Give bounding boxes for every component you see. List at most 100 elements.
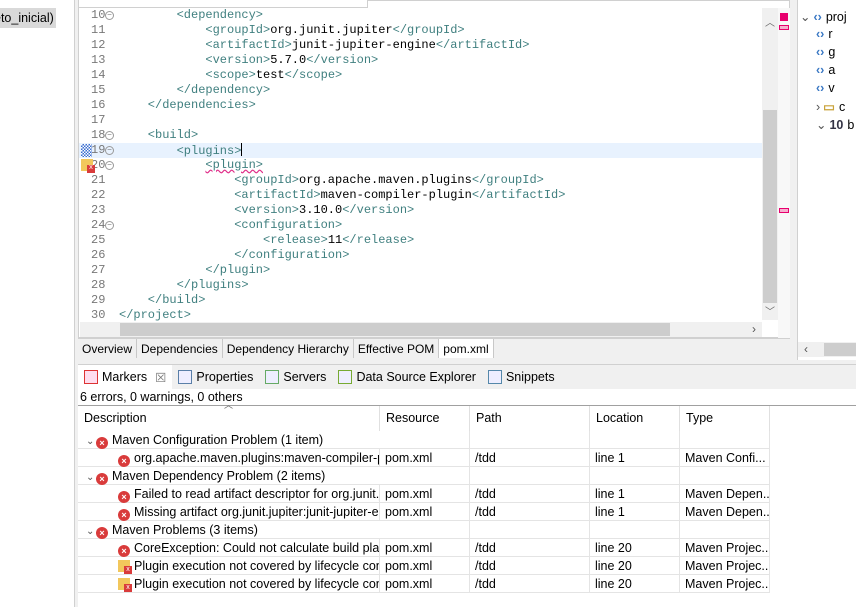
- scroll-right-icon[interactable]: ›: [752, 322, 756, 336]
- cell-path: /tdd: [470, 539, 590, 557]
- code-line[interactable]: 10− <dependency>: [79, 8, 763, 23]
- code-line[interactable]: 12 <artifactId>junit-jupiter-engine</arti…: [79, 38, 763, 53]
- chevron-icon[interactable]: ›: [816, 100, 820, 114]
- horizontal-scroll-thumb[interactable]: [120, 323, 670, 336]
- fold-toggle-icon[interactable]: −: [105, 221, 114, 230]
- outline-item[interactable]: ⌄ 10 b: [816, 117, 854, 132]
- outline-item[interactable]: ‹› r: [816, 27, 833, 41]
- error-marker[interactable]: [779, 25, 789, 30]
- code-line[interactable]: 15 </dependency>: [79, 83, 763, 98]
- code-line[interactable]: 25 <release>11</release>: [79, 233, 763, 248]
- outline-scroll-thumb[interactable]: [824, 343, 856, 356]
- code-line[interactable]: 27 </plugin>: [79, 263, 763, 278]
- editor-tab-effective-pom[interactable]: Effective POM: [354, 339, 440, 358]
- desc-text: Plugin execution not covered by lifecycl…: [134, 559, 379, 573]
- column-header-location[interactable]: Location: [590, 406, 680, 432]
- fold-toggle-icon[interactable]: −: [105, 146, 114, 155]
- error-marker[interactable]: [779, 208, 789, 213]
- code-line[interactable]: 21 <groupId>org.apache.maven.plugins</gro…: [79, 173, 763, 188]
- editor-tab-dependency-hierarchy[interactable]: Dependency Hierarchy: [223, 339, 354, 358]
- location-text: line 20: [595, 541, 632, 555]
- cell-path: /tdd: [470, 575, 590, 593]
- error-icon: ×: [118, 509, 130, 521]
- outline-horizontal-scrollbar[interactable]: ‹: [798, 342, 856, 357]
- table-row[interactable]: × org.apache.maven.plugins:maven-compiler…: [78, 449, 770, 467]
- scroll-left-icon[interactable]: ‹: [804, 342, 808, 356]
- outline-item[interactable]: ⌄ ‹› proj: [800, 9, 847, 24]
- code-line[interactable]: 11 <groupId>org.junit.jupiter</groupId>: [79, 23, 763, 38]
- editor-tab-pom[interactable]: [78, 0, 368, 8]
- chevron-icon[interactable]: ⌄: [816, 118, 826, 132]
- code-line[interactable]: 20−<plugin>: [79, 158, 763, 173]
- tab-markers[interactable]: Markers ☒: [78, 365, 173, 389]
- pom-editor[interactable]: 10− <dependency> 11 <groupId>org.junit.jupi…: [78, 0, 790, 338]
- xml-element-icon: ‹›: [813, 10, 822, 24]
- code-line[interactable]: 17: [79, 113, 763, 128]
- problem-marker-icon[interactable]: [81, 159, 95, 173]
- code-line[interactable]: 26 </configuration>: [79, 248, 763, 263]
- cell-type: [680, 431, 770, 449]
- chevron-down-icon[interactable]: ⌄: [86, 436, 96, 447]
- column-header-type[interactable]: Type: [680, 406, 770, 432]
- outline-item[interactable]: ‹› a: [816, 63, 835, 77]
- code-line[interactable]: 22 <artifactId>maven-compiler-plugin</art…: [79, 188, 763, 203]
- code-line[interactable]: 30 </project>: [79, 308, 763, 323]
- code-line[interactable]: 29 </build>: [79, 293, 763, 308]
- vertical-scroll-thumb[interactable]: [763, 110, 777, 303]
- code-line[interactable]: 13 <version>5.7.0</version>: [79, 53, 763, 68]
- table-row[interactable]: × Missing artifact org.junit.jupiter:juni…: [78, 503, 770, 521]
- code-line[interactable]: 16 </dependencies>: [79, 98, 763, 113]
- table-row[interactable]: × Failed to read artifact descriptor for …: [78, 485, 770, 503]
- editor-tab-pom-xml[interactable]: pom.xml: [439, 339, 494, 358]
- bookmark-marker-icon: [81, 144, 92, 157]
- column-header-resource[interactable]: Resource: [380, 406, 470, 432]
- tag-value: 5.7.0: [270, 53, 307, 67]
- markers-summary: 6 errors, 0 warnings, 0 others: [80, 390, 243, 404]
- code-line[interactable]: 28 </plugins>: [79, 278, 763, 293]
- fold-toggle-icon[interactable]: −: [105, 161, 114, 170]
- markers-view: Markers ☒ Properties Servers Data Source Exp…: [78, 364, 856, 607]
- tab-data-source-explorer[interactable]: Data Source Explorer: [332, 365, 482, 389]
- code-line[interactable]: 19− <plugins>: [79, 143, 763, 158]
- table-row[interactable]: Plugin execution not covered by lifecycl…: [78, 575, 770, 593]
- code-text: </plugin>: [205, 263, 270, 278]
- fold-toggle-icon[interactable]: −: [105, 131, 114, 140]
- table-row[interactable]: × CoreException: Could not calculate buil…: [78, 539, 770, 557]
- overview-ruler[interactable]: [778, 8, 790, 338]
- code-line[interactable]: 23 <version>3.10.0</version>: [79, 203, 763, 218]
- close-icon[interactable]: ☒: [155, 370, 166, 385]
- xml-tag: </release>: [342, 233, 415, 247]
- group-row[interactable]: ⌄ × Maven Problems (3 items): [78, 521, 770, 539]
- xml-tag: <version>: [234, 203, 299, 217]
- code-line[interactable]: 24− <configuration>: [79, 218, 763, 233]
- desc-text: Missing artifact org.junit.jupiter:junit…: [134, 505, 379, 519]
- editor-tab-dependencies[interactable]: Dependencies: [137, 339, 223, 358]
- group-row[interactable]: ⌄ × Maven Dependency Problem (2 items): [78, 467, 770, 485]
- xml-tag: </version>: [306, 53, 379, 67]
- column-header-path[interactable]: Path: [470, 406, 590, 432]
- code-text: </dependency>: [177, 83, 271, 98]
- xml-tag: </build>: [147, 293, 206, 307]
- code-line[interactable]: 18− <build>: [79, 128, 763, 143]
- outline-item[interactable]: ‹› v: [816, 81, 835, 95]
- table-row[interactable]: Plugin execution not covered by lifecycl…: [78, 557, 770, 575]
- tab-servers[interactable]: Servers: [259, 365, 332, 389]
- project-item[interactable]: eto_inicial): [0, 8, 56, 28]
- outline-item[interactable]: › ▭ c: [816, 99, 845, 114]
- outline-item[interactable]: ‹› g: [816, 45, 835, 59]
- group-row[interactable]: ⌄ × Maven Configuration Problem (1 item): [78, 431, 770, 449]
- chevron-down-icon[interactable]: ⌄: [86, 526, 96, 537]
- scroll-down-icon[interactable]: ﹀: [762, 303, 778, 318]
- code-line[interactable]: 14 <scope>test</scope>: [79, 68, 763, 83]
- outline-label: proj: [825, 10, 847, 24]
- data-source-icon: [338, 370, 353, 384]
- tab-snippets[interactable]: Snippets: [482, 365, 561, 389]
- chevron-down-icon[interactable]: ⌄: [86, 472, 96, 483]
- scroll-up-icon[interactable]: ︿: [762, 14, 778, 29]
- fold-toggle-icon[interactable]: −: [105, 11, 114, 20]
- editor-tab-overview[interactable]: Overview: [78, 339, 138, 358]
- servers-icon: [265, 370, 280, 384]
- cell-type: [680, 521, 770, 539]
- chevron-icon[interactable]: ⌄: [800, 10, 810, 24]
- tab-properties[interactable]: Properties: [172, 365, 259, 389]
